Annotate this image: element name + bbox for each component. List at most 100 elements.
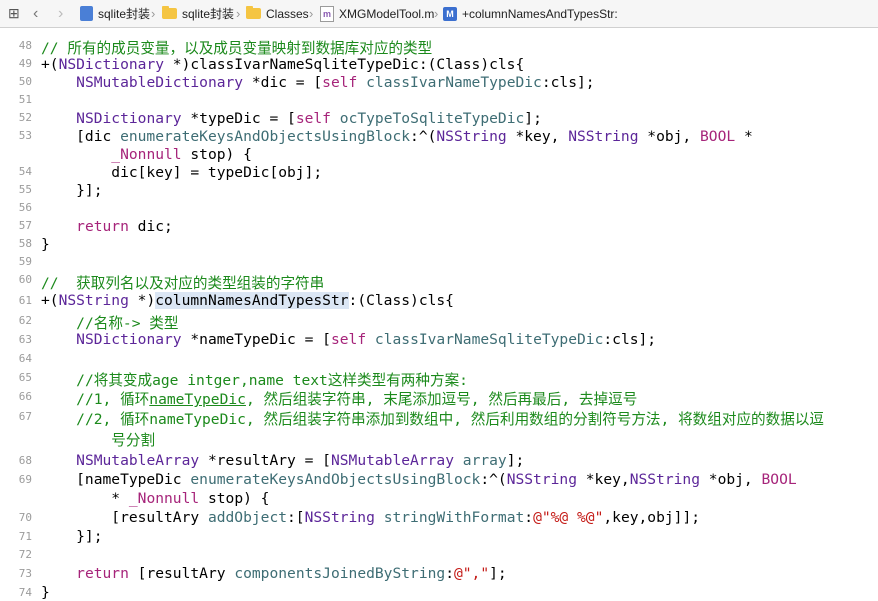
code-token: classIvarNameSqliteTypeDic <box>374 331 604 348</box>
line-number: 52 <box>18 111 32 124</box>
code-token: +( <box>41 292 59 309</box>
code-token: @"," <box>453 565 490 582</box>
code-token: }]; <box>41 182 103 199</box>
code-line: NSDictionary *typeDic = [self ocTypeToSq… <box>41 110 542 127</box>
line-number: 73 <box>18 567 32 580</box>
code-token: :^( <box>410 128 437 145</box>
code-token: : <box>445 565 454 582</box>
code-line: 号分割 <box>41 429 155 450</box>
code-token: [resultAry <box>41 509 208 526</box>
line-number: 56 <box>18 201 32 214</box>
code-token: ,key,obj]]; <box>603 509 701 526</box>
code-token: *key, <box>506 128 569 145</box>
code-token: //1, 循环 <box>76 391 150 408</box>
line-number: 53 <box>18 129 32 142</box>
code-token: *obj, <box>638 128 701 145</box>
code-token: enumerateKeysAndObjectsUsingBlock <box>190 471 481 488</box>
code-token: :cls]; <box>603 331 657 348</box>
code-token: [dic <box>41 128 121 145</box>
code-token: // 获取列名以及对应的类型组装的字符串 <box>41 275 325 292</box>
code-token: stop) { <box>199 490 270 507</box>
code-line: return dic; <box>41 218 173 235</box>
code-line: [nameTypeDic enumerateKeysAndObjectsUsin… <box>41 471 797 488</box>
code-token: array <box>462 452 507 469</box>
code-line: +(NSDictionary *)classIvarNameSqliteType… <box>41 56 524 73</box>
line-number: 64 <box>18 352 32 365</box>
code-token: } <box>41 584 50 601</box>
line-number: 49 <box>18 57 32 70</box>
code-line: NSMutableDictionary *dic = [self classIv… <box>41 74 594 91</box>
line-number: 65 <box>18 371 32 384</box>
code-token: addObject <box>207 509 288 526</box>
code-token: _Nonnull <box>128 490 200 507</box>
code-token: NSDictionary <box>76 110 182 127</box>
code-line: [dic enumerateKeysAndObjectsUsingBlock:^… <box>41 128 753 145</box>
code-token: NSMutableArray <box>330 452 454 469</box>
code-token: self <box>295 110 331 127</box>
code-token: @"%@ %@" <box>533 509 604 526</box>
code-line: //名称-> 类型 <box>41 312 178 333</box>
line-number: 59 <box>18 255 32 268</box>
code-token: NSString <box>506 471 577 488</box>
code-token: * <box>41 490 129 507</box>
code-token: columnNamesAndTypesStr <box>155 292 349 309</box>
code-token: NSString <box>304 509 375 526</box>
code-line: * _Nonnull stop) { <box>41 490 269 507</box>
line-number: 67 <box>18 410 32 423</box>
code-token: *dic = [ <box>243 74 323 91</box>
code-token: ]; <box>524 110 542 127</box>
code-token: nameTypeDic <box>149 391 246 408</box>
code-token: return <box>76 218 129 235</box>
code-token: *nameTypeDic = [ <box>181 331 331 348</box>
code-token: *key, <box>576 471 630 488</box>
code-token: *obj, <box>700 471 762 488</box>
code-editor[interactable]: // 所有的成员变量，以及成员变量映射到数据库对应的类型 48 +(NSDictio… <box>0 0 878 601</box>
code-token: dic; <box>128 218 173 235</box>
code-line: }]; <box>41 182 103 199</box>
code-token: BOOL <box>761 471 797 488</box>
code-line: } <box>41 584 50 601</box>
code-token: +( <box>41 56 59 73</box>
code-token: NSString <box>58 292 129 309</box>
line-number: 61 <box>18 294 32 307</box>
code-token: *) <box>128 292 156 309</box>
code-token: *typeDic = [ <box>181 110 296 127</box>
code-line: //将其变成age intger,name text这样类型有两种方案: <box>41 369 468 390</box>
code-token: return <box>76 565 129 582</box>
code-token: * <box>735 128 753 145</box>
code-token: [nameTypeDic <box>41 471 191 488</box>
code-line: //2, 循环nameTypeDic, 然后组装字符串添加到数组中, 然后利用数… <box>41 408 824 429</box>
line-number: 55 <box>18 183 32 196</box>
code-line: +(NSString *)columnNamesAndTypesStr:(Cla… <box>41 292 454 309</box>
code-line: // 所有的成员变量，以及成员变量映射到数据库对应的类型 <box>41 37 432 58</box>
line-number: 60 <box>18 273 32 286</box>
code-token: :[ <box>287 509 305 526</box>
line-number: 70 <box>18 511 32 524</box>
code-token: classIvarNameTypeDic <box>366 74 542 91</box>
line-number: 58 <box>18 237 32 250</box>
code-token: : <box>524 509 534 526</box>
code-token: NSDictionary <box>76 331 182 348</box>
line-number: 48 <box>18 39 32 52</box>
code-token: _Nonnull <box>111 146 182 163</box>
code-token: self <box>322 74 358 91</box>
code-line: }]; <box>41 528 102 545</box>
code-token: //名称-> 类型 <box>76 315 179 332</box>
line-number: 63 <box>18 333 32 346</box>
code-token: stop) { <box>181 146 252 163</box>
line-number: 69 <box>18 473 32 486</box>
line-number: 62 <box>18 314 32 327</box>
code-line: //1, 循环nameTypeDic, 然后组装字符串, 末尾添加逗号, 然后再… <box>41 388 637 409</box>
code-token: :(Class)cls{ <box>348 292 454 309</box>
code-token: :^( <box>480 471 507 488</box>
code-token: 号分割 <box>111 432 156 449</box>
code-token: NSString <box>629 471 700 488</box>
